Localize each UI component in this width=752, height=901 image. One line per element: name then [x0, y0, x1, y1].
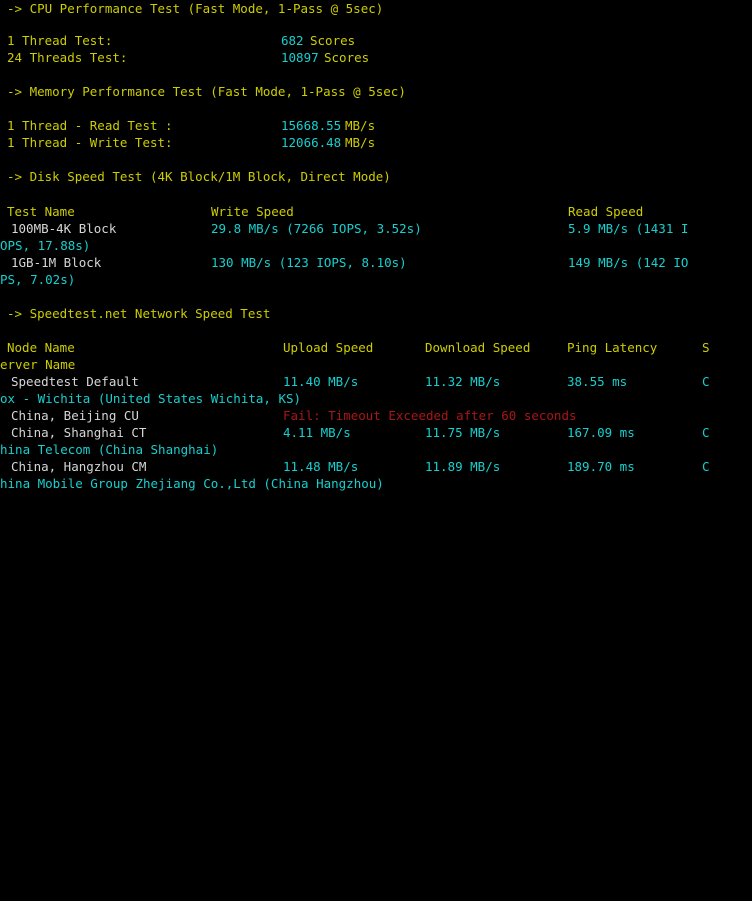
disk-1gb-read-continued: PS, 7.02s)	[0, 272, 76, 287]
terminal-output: -> CPU Performance Test (Fast Mode, 1-Pa…	[0, 0, 752, 500]
speedtest-default-node: Speedtest Default	[11, 374, 139, 389]
speedtest-default-server-continued: ox - Wichita (United States Wichita, KS)	[0, 391, 302, 406]
speedtest-hangzhou-upload: 11.48 MB/s	[283, 459, 359, 474]
disk-100mb-read-continued: OPS, 17.88s)	[0, 238, 91, 253]
speedtest-hangzhou-download: 11.89 MB/s	[425, 459, 501, 474]
speedtest-shanghai-upload: 4.11 MB/s	[283, 425, 351, 440]
speedtest-beijing-error: Fail: Timeout Exceeded after 60 seconds	[283, 408, 577, 423]
cpu-1thread-unit: Scores	[310, 33, 356, 48]
disk-row-1gb-1m: 1GB-1M Block 130 MB/s (123 IOPS, 8.10s) …	[0, 254, 688, 271]
speedtest-row-hangzhou-wrap: hina Mobile Group Zhejiang Co.,Ltd (Chin…	[0, 475, 384, 492]
speedtest-row-shanghai: China, Shanghai CT 4.11 MB/s 11.75 MB/s …	[0, 424, 710, 441]
memory-heading-text: -> Memory Performance Test (Fast Mode, 1…	[7, 84, 406, 99]
disk-row-100mb-4k: 100MB-4K Block 29.8 MB/s (7266 IOPS, 3.5…	[0, 220, 688, 237]
memory-section-heading: -> Memory Performance Test (Fast Mode, 1…	[0, 83, 406, 100]
disk-100mb-write: 29.8 MB/s (7266 IOPS, 3.52s)	[211, 221, 422, 236]
speedtest-beijing-node: China, Beijing CU	[11, 408, 139, 423]
speedtest-default-upload: 11.40 MB/s	[283, 374, 359, 389]
speedtest-default-server: C	[702, 374, 710, 389]
speedtest-hangzhou-server: C	[702, 459, 710, 474]
speedtest-row-beijing: China, Beijing CU Fail: Timeout Exceeded…	[0, 407, 577, 424]
speedtest-heading-text: -> Speedtest.net Network Speed Test	[7, 306, 271, 321]
speedtest-hangzhou-server-continued: hina Mobile Group Zhejiang Co.,Ltd (Chin…	[0, 476, 384, 491]
speedtest-shanghai-server-continued: hina Telecom (China Shanghai)	[0, 442, 219, 457]
speedtest-header-server-name-continued: erver Name	[0, 357, 76, 372]
speedtest-shanghai-server: C	[702, 425, 710, 440]
speedtest-header-server-name: S	[702, 340, 710, 355]
speedtest-default-ping: 38.55 ms	[567, 374, 628, 389]
cpu-24threads-label: 24 Threads Test:	[7, 50, 128, 65]
disk-100mb-name: 100MB-4K Block	[11, 221, 117, 236]
speedtest-row-hangzhou: China, Hangzhou CM 11.48 MB/s 11.89 MB/s…	[0, 458, 710, 475]
cpu-1thread-label: 1 Thread Test:	[7, 33, 113, 48]
disk-header-read-speed: Read Speed	[568, 204, 644, 219]
disk-row-100mb-4k-wrap: OPS, 17.88s)	[0, 237, 90, 254]
speedtest-header-node-name: Node Name	[7, 340, 75, 355]
disk-row-1gb-1m-wrap: PS, 7.02s)	[0, 271, 75, 288]
speedtest-column-headers: Node Name Upload Speed Download Speed Pi…	[0, 339, 710, 356]
cpu-1thread-value: 682	[281, 33, 304, 48]
speedtest-row-default-wrap: ox - Wichita (United States Wichita, KS)	[0, 390, 301, 407]
memory-read-unit: MB/s	[345, 118, 376, 133]
disk-header-write-speed: Write Speed	[211, 204, 294, 219]
disk-1gb-write: 130 MB/s (123 IOPS, 8.10s)	[211, 255, 407, 270]
disk-header-test-name: Test Name	[7, 204, 75, 219]
speedtest-column-headers-wrap: erver Name	[0, 356, 75, 373]
cpu-heading-text: -> CPU Performance Test (Fast Mode, 1-Pa…	[7, 1, 384, 16]
cpu-24threads-value: 10897	[281, 50, 319, 65]
memory-read-value: 15668.55	[281, 118, 342, 133]
speedtest-default-download: 11.32 MB/s	[425, 374, 501, 389]
speedtest-row-default: Speedtest Default 11.40 MB/s 11.32 MB/s …	[0, 373, 710, 390]
disk-section-heading: -> Disk Speed Test (4K Block/1M Block, D…	[0, 168, 391, 185]
cpu-24threads-unit: Scores	[324, 50, 370, 65]
memory-row-write: 1 Thread - Write Test: 12066.48 MB/s	[0, 134, 375, 151]
disk-1gb-name: 1GB-1M Block	[11, 255, 102, 270]
memory-write-label: 1 Thread - Write Test:	[7, 135, 173, 150]
disk-100mb-read: 5.9 MB/s (1431 I	[568, 221, 689, 236]
speedtest-hangzhou-node: China, Hangzhou CM	[11, 459, 147, 474]
speedtest-shanghai-download: 11.75 MB/s	[425, 425, 501, 440]
disk-1gb-read: 149 MB/s (142 IO	[568, 255, 689, 270]
disk-column-headers: Test Name Write Speed Read Speed	[0, 203, 643, 220]
cpu-section-heading: -> CPU Performance Test (Fast Mode, 1-Pa…	[0, 0, 383, 17]
memory-write-unit: MB/s	[345, 135, 376, 150]
speedtest-shanghai-ping: 167.09 ms	[567, 425, 635, 440]
speedtest-header-download-speed: Download Speed	[425, 340, 531, 355]
memory-row-read: 1 Thread - Read Test : 15668.55 MB/s	[0, 117, 375, 134]
memory-read-label: 1 Thread - Read Test :	[7, 118, 173, 133]
speedtest-header-upload-speed: Upload Speed	[283, 340, 374, 355]
disk-heading-text: -> Disk Speed Test (4K Block/1M Block, D…	[7, 169, 391, 184]
speedtest-header-ping-latency: Ping Latency	[567, 340, 658, 355]
speedtest-shanghai-node: China, Shanghai CT	[11, 425, 147, 440]
cpu-row-24-threads: 24 Threads Test: 10897 Scores	[0, 49, 369, 66]
speedtest-section-heading: -> Speedtest.net Network Speed Test	[0, 305, 270, 322]
cpu-row-1-thread: 1 Thread Test: 682 Scores	[0, 32, 355, 49]
memory-write-value: 12066.48	[281, 135, 342, 150]
speedtest-hangzhou-ping: 189.70 ms	[567, 459, 635, 474]
speedtest-row-shanghai-wrap: hina Telecom (China Shanghai)	[0, 441, 218, 458]
